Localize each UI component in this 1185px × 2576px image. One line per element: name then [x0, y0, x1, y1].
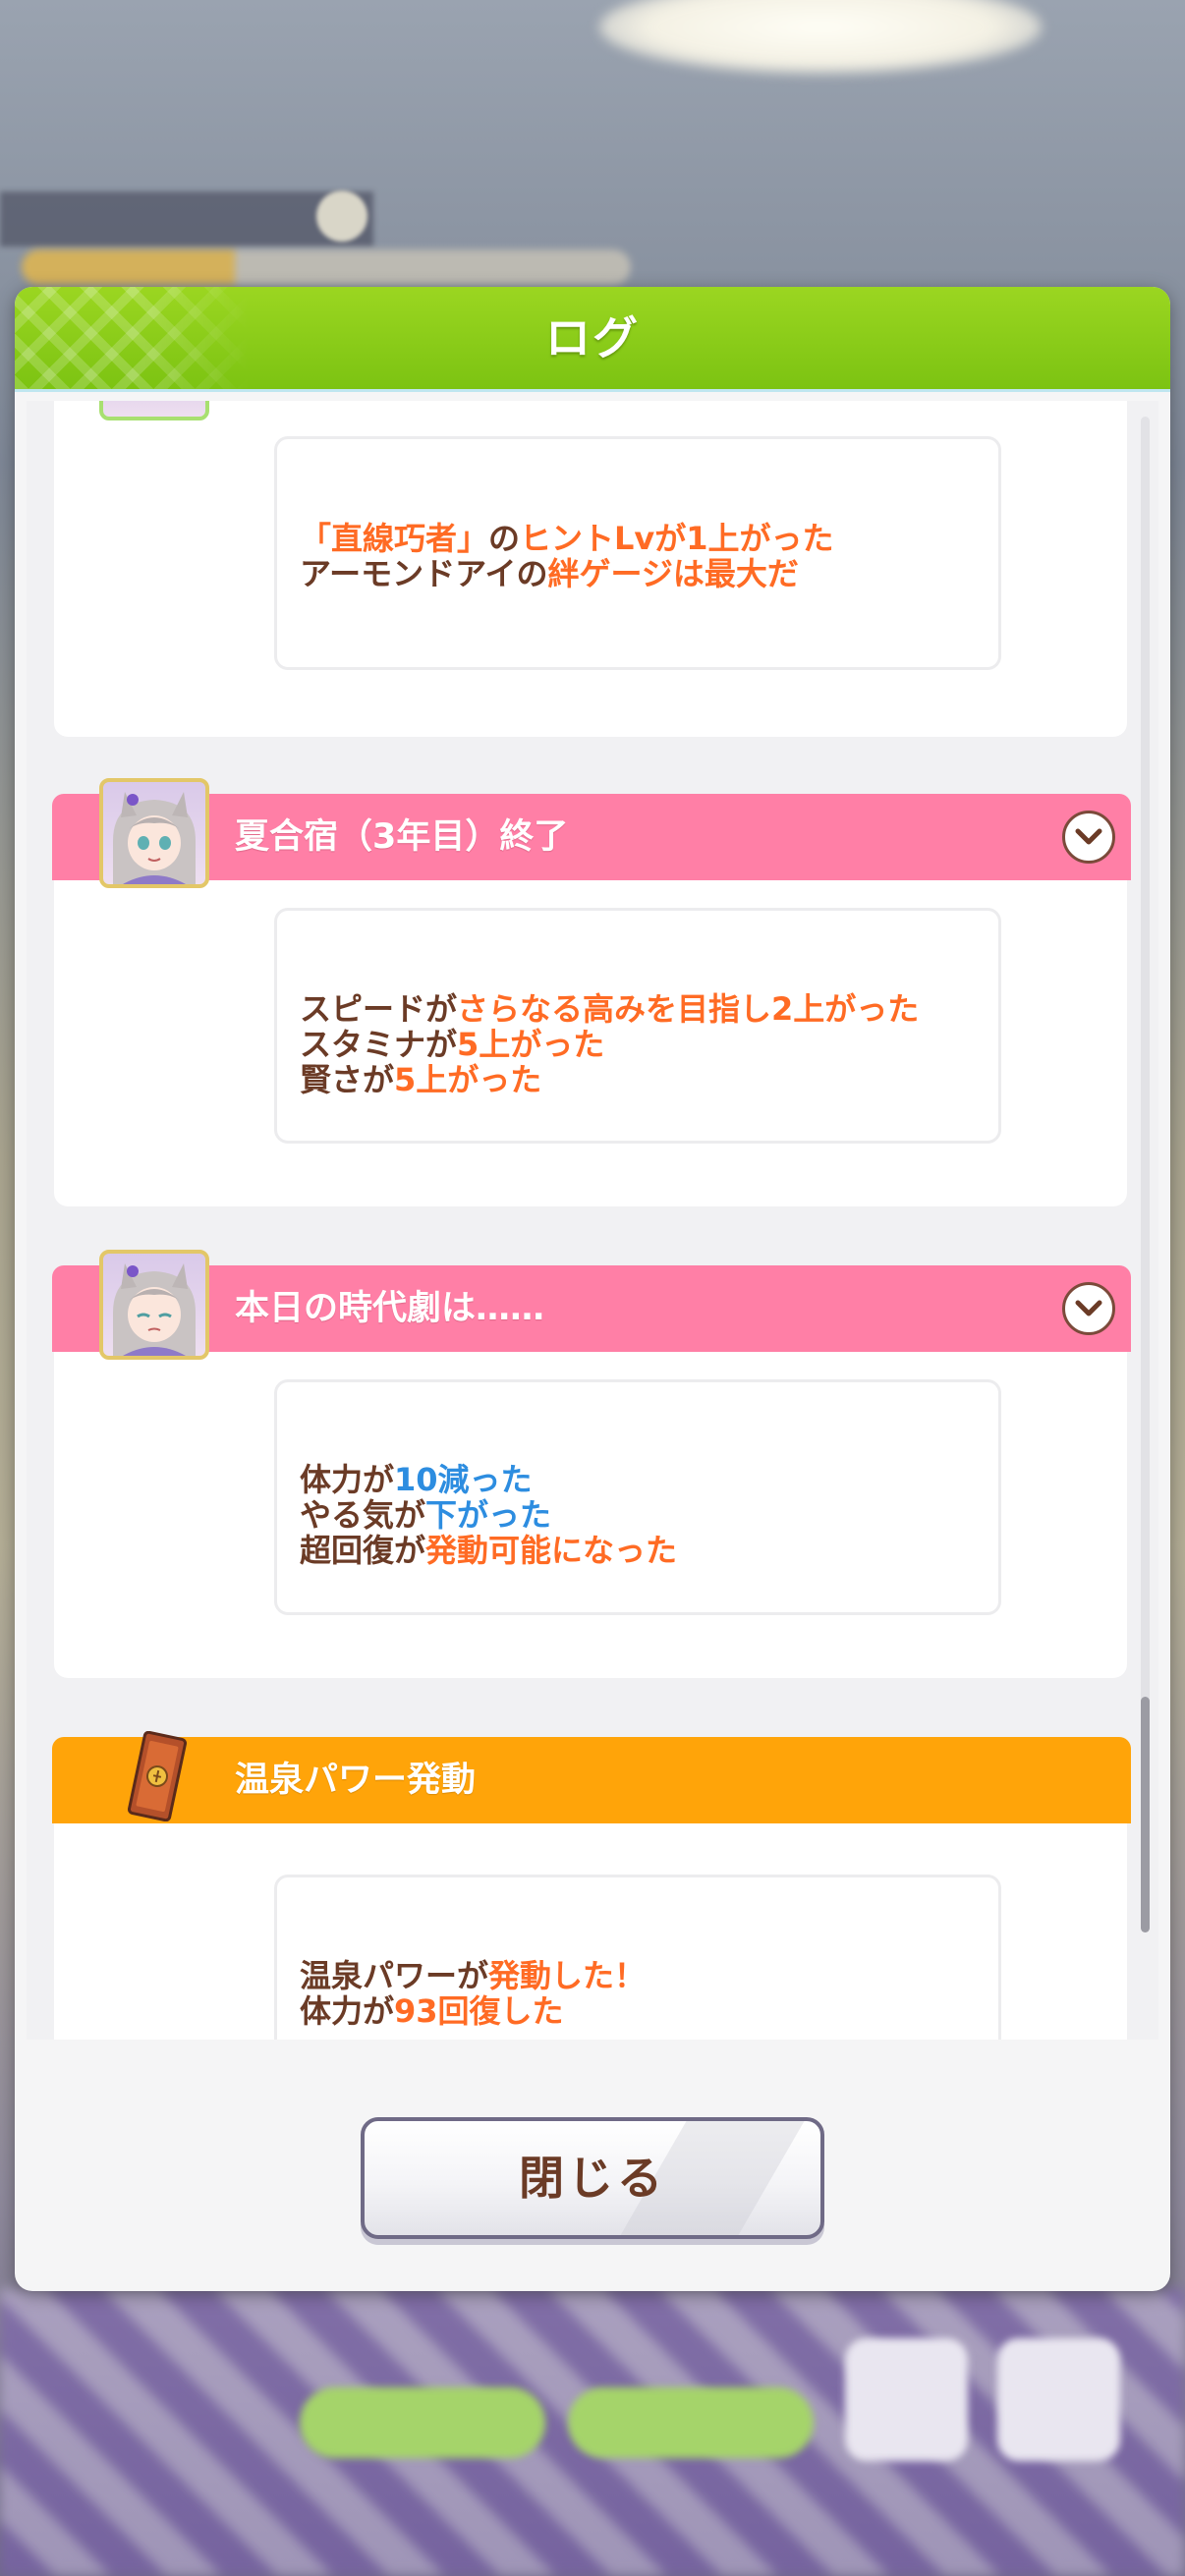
event-header[interactable]: 夏合宿（3年目）終了	[52, 794, 1131, 880]
log-text: 体力が	[300, 1992, 395, 2030]
highlight-text: 5上がった	[394, 1061, 542, 1098]
log-line: やる気が下がった	[300, 1497, 551, 1533]
highlight-text: 発動した！	[488, 1957, 647, 1994]
event-header[interactable]: 本日の時代劇は……	[52, 1265, 1131, 1352]
log-line: スタミナが5上がった	[300, 1027, 604, 1062]
chevron-down-icon[interactable]	[1062, 1282, 1115, 1335]
highlight-text: 絆ゲージは最大だ	[547, 555, 799, 592]
background-skip-button	[300, 2387, 545, 2458]
highlight-text: 発動可能になった	[425, 1532, 678, 1569]
log-text: の	[488, 520, 521, 557]
highlight-text: 10減った	[394, 1461, 533, 1498]
background-log-icon	[845, 2338, 968, 2461]
log-dialog: ログ 「直線巧者」のヒントLvが1上がった アーモンドアイの絆ゲージは最大だ 夏…	[15, 287, 1170, 2291]
log-text: やる気が	[300, 1496, 426, 1534]
onsen-ticket-icon	[123, 1730, 192, 1825]
log-line: 賢さが5上がった	[300, 1062, 541, 1097]
log-text: 超回復が	[300, 1532, 426, 1569]
background-ceiling-lamp	[599, 0, 1042, 74]
highlight-text: 5上がった	[457, 1026, 605, 1063]
log-line: 体力が93回復した	[300, 1993, 564, 2029]
background-menu-icon	[997, 2338, 1120, 2461]
log-line: 超回復が発動可能になった	[300, 1533, 677, 1568]
character-portrait	[99, 778, 209, 888]
background-auto-button	[568, 2387, 814, 2458]
log-text: スピードが	[300, 990, 458, 1028]
background-hud-icon	[316, 191, 367, 242]
character-portrait	[99, 401, 209, 420]
event-title: 本日の時代劇は……	[235, 1289, 545, 1328]
header-separator	[15, 389, 1170, 392]
log-text: スタミナが	[300, 1026, 458, 1063]
log-line: アーモンドアイの絆ゲージは最大だ	[300, 556, 799, 591]
log-line: 「直線巧者」のヒントLvが1上がった	[300, 521, 834, 556]
log-line: 体力が10減った	[300, 1462, 533, 1497]
dialog-title: ログ	[545, 311, 640, 364]
highlight-text: 下がった	[425, 1496, 552, 1534]
background-hud-gauge	[22, 250, 631, 285]
scrollbar-track[interactable]	[1141, 417, 1150, 1910]
highlight-text: さらなる高みを目指し2上がった	[457, 990, 920, 1028]
event-title: 夏合宿（3年目）終了	[235, 817, 569, 857]
character-portrait	[99, 1250, 209, 1360]
log-text: 賢さが	[300, 1061, 395, 1098]
highlight-text: ヒントLvが1上がった	[520, 520, 834, 557]
close-button[interactable]: 閉じる	[361, 2117, 824, 2239]
event-header: 温泉パワー発動	[52, 1737, 1131, 1823]
log-line: スピードがさらなる高みを目指し2上がった	[300, 991, 919, 1027]
highlight-text: 「直線巧者」	[300, 520, 489, 557]
event-title: 温泉パワー発動	[235, 1761, 477, 1800]
chevron-down-icon[interactable]	[1062, 811, 1115, 864]
close-button-label: 閉じる	[519, 2152, 666, 2205]
log-text: 温泉パワーが	[300, 1957, 489, 1994]
dialog-header: ログ	[15, 287, 1170, 389]
log-line: 温泉パワーが発動した！	[300, 1958, 646, 1993]
log-text: 体力が	[300, 1461, 395, 1498]
highlight-text: 93回復した	[394, 1992, 564, 2030]
log-scroll-area[interactable]: 「直線巧者」のヒントLvが1上がった アーモンドアイの絆ゲージは最大だ 夏合宿（…	[27, 401, 1158, 2040]
scrollbar-thumb[interactable]	[1141, 1697, 1150, 1932]
log-text: アーモンドアイの	[300, 555, 548, 592]
